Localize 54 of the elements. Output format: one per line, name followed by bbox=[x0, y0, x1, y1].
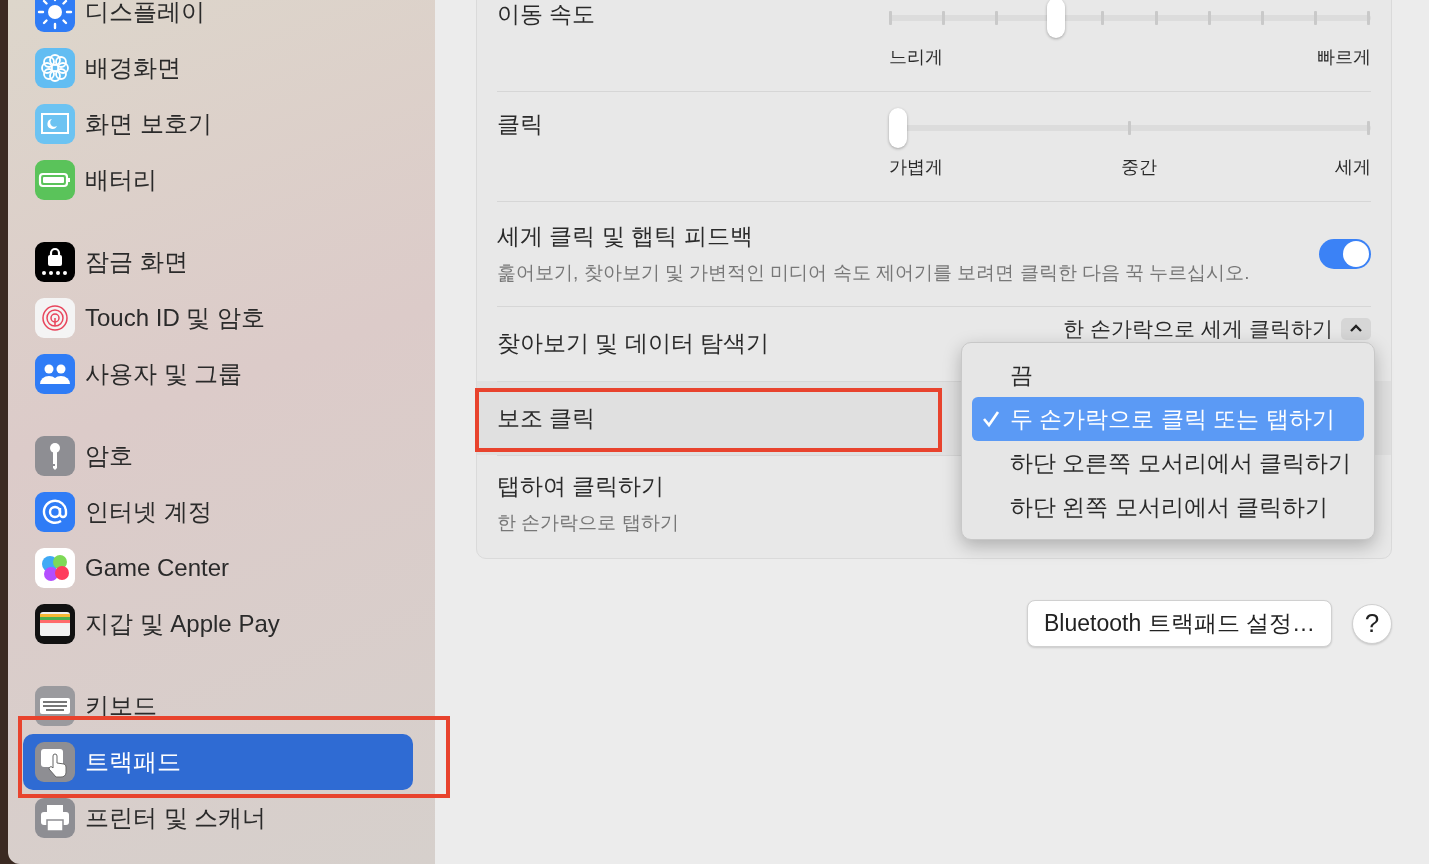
sidebar-item[interactable]: Game Center bbox=[23, 540, 413, 596]
menu-item[interactable]: 끔 bbox=[972, 353, 1364, 397]
setting-description: 훑어보기, 찾아보기 및 가변적인 미디어 속도 제어기를 보려면 클릭한 다음 꾹 누르십시오. bbox=[497, 261, 1250, 285]
sidebar-item[interactable]: 사용자 및 그룹 bbox=[23, 346, 413, 402]
slider-track[interactable] bbox=[889, 108, 1371, 148]
tick-label: 느리게 bbox=[889, 46, 943, 69]
setting-label: 보조 클릭 bbox=[497, 403, 596, 433]
menu-item[interactable]: 하단 오른쪽 모서리에서 클릭하기 bbox=[972, 441, 1364, 485]
keyboard-icon bbox=[35, 686, 75, 726]
setting-label: 탭하여 클릭하기 bbox=[497, 472, 666, 501]
screen-moon-icon bbox=[35, 104, 75, 144]
slider-track[interactable] bbox=[889, 0, 1371, 38]
menu-item[interactable]: 하단 왼쪽 모서리에서 클릭하기 bbox=[972, 485, 1364, 529]
help-button[interactable]: ? bbox=[1352, 603, 1392, 644]
setting-label: 세게 클릭 및 햅틱 피드백 bbox=[497, 222, 754, 251]
sidebar-item[interactable]: Touch ID 및 암호 bbox=[23, 290, 413, 346]
sidebar-item[interactable]: 화면 보호기 bbox=[23, 96, 413, 152]
sidebar-item[interactable]: 배경화면 bbox=[23, 40, 413, 96]
printer-icon bbox=[35, 798, 75, 838]
setting-label: 이동 속도 bbox=[497, 0, 596, 29]
tick-label: 세게 bbox=[1335, 156, 1371, 179]
sidebar-item[interactable]: 암호 bbox=[23, 428, 413, 484]
sidebar-item[interactable]: 프린터 및 스캐너 bbox=[23, 790, 413, 846]
lock-icon bbox=[35, 242, 75, 282]
sidebar-item[interactable]: 잠금 화면 bbox=[23, 234, 413, 290]
battery-icon bbox=[35, 160, 75, 200]
flower-icon bbox=[35, 48, 75, 88]
setting-description: 한 손가락으로 탭하기 bbox=[497, 511, 679, 535]
checkmark-icon bbox=[981, 409, 1001, 429]
bubbles-icon bbox=[35, 548, 75, 588]
tick-label: 중간 bbox=[1121, 156, 1157, 179]
sidebar-item[interactable]: 인터넷 계정 bbox=[23, 484, 413, 540]
popup-value[interactable]: 한 손가락으로 세게 클릭하기 bbox=[1063, 314, 1333, 343]
sidebar-item[interactable]: 디스플레이 bbox=[23, 0, 413, 40]
key-icon bbox=[35, 436, 75, 476]
hand-pointer-icon bbox=[35, 742, 75, 782]
sidebar-item[interactable]: 지갑 및 Apple Pay bbox=[23, 596, 413, 652]
slider-thumb[interactable] bbox=[889, 108, 907, 148]
people-icon bbox=[35, 354, 75, 394]
tick-label: 빠르게 bbox=[1317, 46, 1371, 69]
at-sign-icon bbox=[35, 492, 75, 532]
bluetooth-settings-button[interactable]: Bluetooth 트랙패드 설정… bbox=[1027, 600, 1332, 647]
sidebar-item[interactable]: 배터리 bbox=[23, 152, 413, 208]
wallet-icon bbox=[35, 604, 75, 644]
sidebar-item[interactable]: 키보드 bbox=[23, 678, 413, 734]
chevron-icon[interactable] bbox=[1341, 317, 1371, 340]
setting-label: 찾아보기 및 데이터 탐색기 bbox=[497, 329, 770, 358]
toggle-switch[interactable] bbox=[1319, 238, 1371, 269]
tick-label: 가볍게 bbox=[889, 156, 943, 179]
fingerprint-icon bbox=[35, 298, 75, 338]
sun-icon bbox=[35, 0, 75, 32]
setting-label: 클릭 bbox=[497, 110, 543, 139]
sidebar-item[interactable]: 트랙패드 bbox=[23, 734, 413, 790]
slider-thumb[interactable] bbox=[1046, 0, 1065, 38]
